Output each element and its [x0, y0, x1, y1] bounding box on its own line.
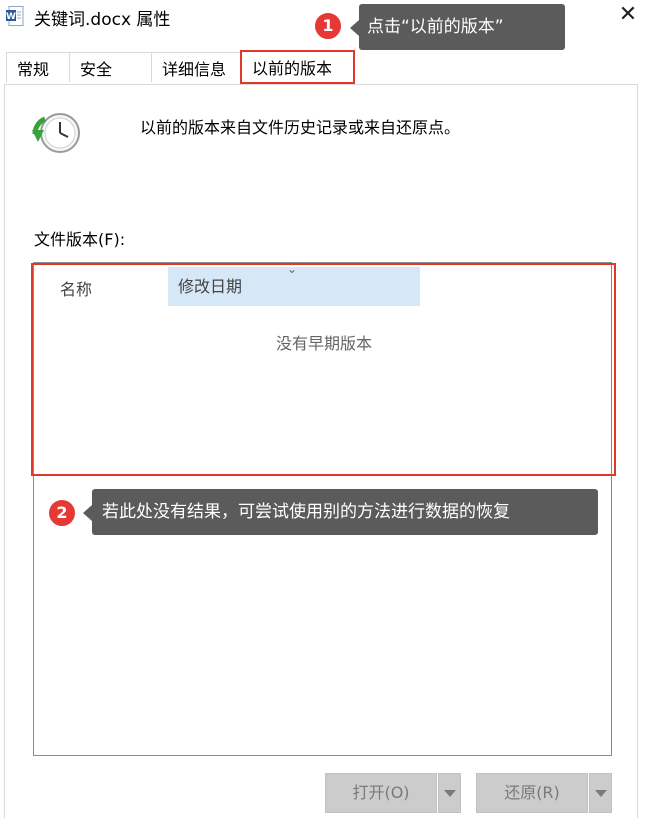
tab-security[interactable]: 安全	[70, 52, 152, 82]
tab-strip: 常规 安全 详细信息 以前的版本	[0, 50, 648, 84]
file-versions-label: 文件版本(F):	[34, 230, 126, 249]
word-doc-icon: W	[6, 6, 24, 26]
step-badge-1: 1	[313, 11, 343, 41]
callout-step-1: 点击“以前的版本”	[350, 4, 565, 50]
svg-text:W: W	[6, 12, 16, 22]
close-button[interactable]: ✕	[612, 0, 644, 32]
tab-previous-versions[interactable]: 以前的版本	[240, 50, 355, 84]
panel-description: 以前的版本来自文件历史记录或来自还原点。	[140, 118, 461, 137]
restore-button[interactable]: 还原(R)	[476, 773, 588, 813]
restore-dropdown-button[interactable]	[589, 773, 612, 813]
open-dropdown-button[interactable]	[438, 773, 461, 813]
tab-general[interactable]: 常规	[6, 52, 70, 82]
callout-step-2: 若此处没有结果，可尝试使用别的方法进行数据的恢复	[83, 489, 598, 535]
clock-restore-icon	[32, 113, 80, 153]
chevron-down-icon	[443, 790, 456, 797]
sort-indicator-icon: ⌄	[287, 262, 298, 276]
empty-list-message: 没有早期版本	[275, 334, 372, 353]
column-header-name[interactable]: 名称	[60, 276, 92, 300]
chevron-down-icon	[594, 790, 607, 797]
close-icon: ✕	[618, 2, 638, 27]
window-title: 关键词.docx 属性	[34, 10, 171, 30]
step-badge-2: 2	[47, 498, 77, 528]
open-button[interactable]: 打开(O)	[325, 773, 437, 813]
tab-details[interactable]: 详细信息	[152, 52, 242, 82]
